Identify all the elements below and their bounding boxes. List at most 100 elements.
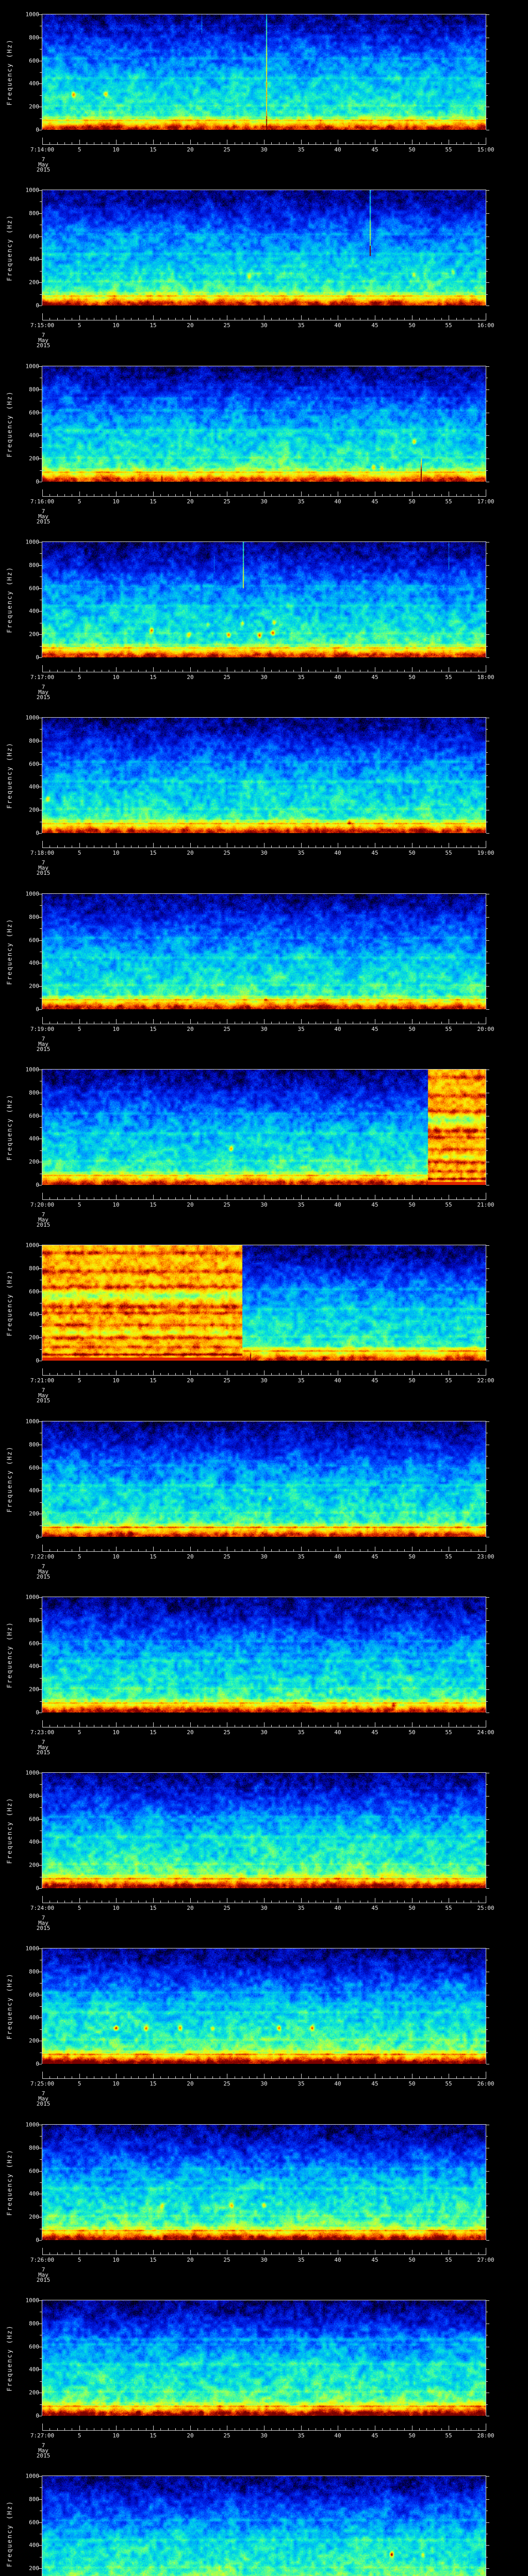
x-axis-minor-tick bbox=[64, 845, 65, 848]
y-tick-label: 600 bbox=[29, 1816, 39, 1823]
x-axis-minor-tick bbox=[168, 494, 169, 496]
x-tick-label: 50 bbox=[408, 1729, 416, 1736]
y-tick-label: 1000 bbox=[25, 1769, 40, 1776]
x-axis-minor-tick bbox=[345, 1725, 346, 1727]
spectrogram-image bbox=[42, 366, 486, 482]
y-axis-tick bbox=[486, 259, 489, 260]
x-axis-tick bbox=[42, 2424, 43, 2430]
y-tick-label: 200 bbox=[29, 1686, 39, 1693]
y-tick-label: 800 bbox=[29, 913, 39, 921]
x-axis-minor-tick bbox=[345, 1197, 346, 1199]
x-axis-minor-tick bbox=[382, 2252, 383, 2255]
x-axis-minor-tick bbox=[308, 318, 309, 320]
y-tick-label: 200 bbox=[29, 279, 39, 286]
x-axis-minor-tick bbox=[168, 2076, 169, 2078]
y-axis-tick bbox=[486, 83, 489, 84]
x-axis-minor-tick bbox=[404, 142, 405, 144]
x-axis-end-time: 15:00 bbox=[477, 146, 494, 153]
y-axis-title: Frequency (Hz) bbox=[6, 39, 13, 106]
y-tick-label: 400 bbox=[29, 1311, 39, 1318]
x-axis-tick bbox=[116, 1370, 117, 1375]
x-axis-minor-tick bbox=[212, 1725, 213, 1727]
x-axis-minor-tick bbox=[249, 2076, 250, 2078]
x-axis-minor-tick bbox=[175, 1373, 176, 1375]
x-axis-minor-tick bbox=[441, 1373, 442, 1375]
x-axis-minor-tick bbox=[419, 2076, 420, 2078]
x-axis-minor-tick bbox=[382, 1373, 383, 1375]
y-tick-label: 800 bbox=[29, 1265, 39, 1272]
x-tick-label: 35 bbox=[298, 850, 305, 856]
x-axis-minor-tick bbox=[434, 845, 435, 848]
x-axis-minor-tick bbox=[397, 1549, 398, 1551]
y-tick-label: 400 bbox=[29, 256, 39, 263]
y-axis-tick bbox=[486, 833, 489, 834]
x-tick-label: 45 bbox=[371, 322, 378, 329]
y-tick-label: 800 bbox=[29, 34, 39, 41]
x-tick-label: 10 bbox=[112, 2432, 120, 2439]
x-tick-label: 20 bbox=[187, 322, 194, 329]
x-axis-minor-tick bbox=[271, 2252, 272, 2255]
x-axis-minor-tick bbox=[175, 1901, 176, 1903]
x-axis-tick bbox=[116, 1195, 117, 1199]
y-tick-label: 400 bbox=[29, 1663, 39, 1670]
x-axis-minor-tick bbox=[478, 318, 479, 320]
x-axis-tick bbox=[116, 315, 117, 320]
x-axis-minor-tick bbox=[441, 142, 442, 144]
x-axis-minor-tick bbox=[478, 1197, 479, 1199]
x-tick-label: 30 bbox=[260, 2257, 268, 2263]
x-axis-date-line: 2015 bbox=[36, 694, 51, 701]
y-axis-title: Frequency (Hz) bbox=[6, 1094, 13, 1161]
x-tick-label: 15 bbox=[150, 1201, 157, 1208]
x-axis-date-line: 2015 bbox=[36, 1046, 51, 1053]
x-axis-minor-tick bbox=[168, 1022, 169, 1024]
x-tick-label: 30 bbox=[260, 1553, 268, 1560]
x-axis-minor-tick bbox=[323, 2252, 324, 2255]
x-tick-label: 55 bbox=[445, 1026, 452, 1032]
x-tick-label: 30 bbox=[260, 850, 268, 856]
x-axis-minor-tick bbox=[271, 845, 272, 848]
x-axis-minor-tick bbox=[175, 2252, 176, 2255]
x-tick-label: 45 bbox=[371, 850, 378, 856]
y-axis-minor-tick bbox=[486, 752, 488, 753]
x-axis-minor-tick bbox=[286, 142, 287, 144]
x-tick-label: 20 bbox=[187, 498, 194, 505]
x-axis-minor-tick bbox=[249, 1197, 250, 1199]
x-axis-minor-tick bbox=[175, 318, 176, 320]
x-axis-minor-tick bbox=[345, 845, 346, 848]
x-axis-minor-tick bbox=[212, 318, 213, 320]
x-tick-label: 55 bbox=[445, 1905, 452, 1911]
x-tick-label: 30 bbox=[260, 498, 268, 505]
x-axis-minor-tick bbox=[404, 318, 405, 320]
x-axis-start-time: 7:17:00 bbox=[30, 674, 55, 681]
y-axis-minor-tick bbox=[40, 553, 42, 554]
x-axis-minor-tick bbox=[160, 1549, 161, 1551]
x-axis-minor-tick bbox=[64, 142, 65, 144]
y-axis-minor-tick bbox=[40, 2358, 42, 2359]
x-axis-minor-tick bbox=[212, 1549, 213, 1551]
x-tick-label: 25 bbox=[223, 1729, 230, 1736]
y-tick-label: 0 bbox=[36, 478, 39, 485]
x-axis-tick bbox=[301, 315, 302, 320]
x-axis-minor-tick bbox=[138, 1373, 139, 1375]
x-axis-minor-tick bbox=[426, 142, 427, 144]
spectrogram-panel: Frequency (Hz) 0 200 400 600 800 1000 5 10 15 20 25… bbox=[0, 703, 528, 879]
y-tick-label: 600 bbox=[29, 1991, 39, 1998]
x-axis-tick bbox=[190, 667, 191, 672]
x-axis-minor-tick bbox=[286, 2428, 287, 2430]
y-axis-tick bbox=[486, 1597, 489, 1598]
x-axis-tick bbox=[42, 665, 43, 672]
x-axis-minor-tick bbox=[293, 142, 294, 144]
x-axis-tick bbox=[42, 1017, 43, 1024]
x-tick-label: 45 bbox=[371, 2432, 378, 2439]
x-axis-minor-tick bbox=[197, 845, 198, 848]
x-axis-tick bbox=[79, 1019, 80, 1024]
x-axis-end-time: 18:00 bbox=[477, 674, 494, 681]
x-axis-minor-tick bbox=[64, 1022, 65, 1024]
x-tick-label: 20 bbox=[187, 1026, 194, 1032]
y-axis-tick bbox=[486, 2369, 489, 2370]
x-axis-minor-tick bbox=[64, 1373, 65, 1375]
y-tick-label: 200 bbox=[29, 1334, 39, 1341]
x-tick-label: 35 bbox=[298, 2257, 305, 2263]
x-axis-tick bbox=[264, 2426, 265, 2430]
x-axis-minor-tick bbox=[345, 670, 346, 672]
